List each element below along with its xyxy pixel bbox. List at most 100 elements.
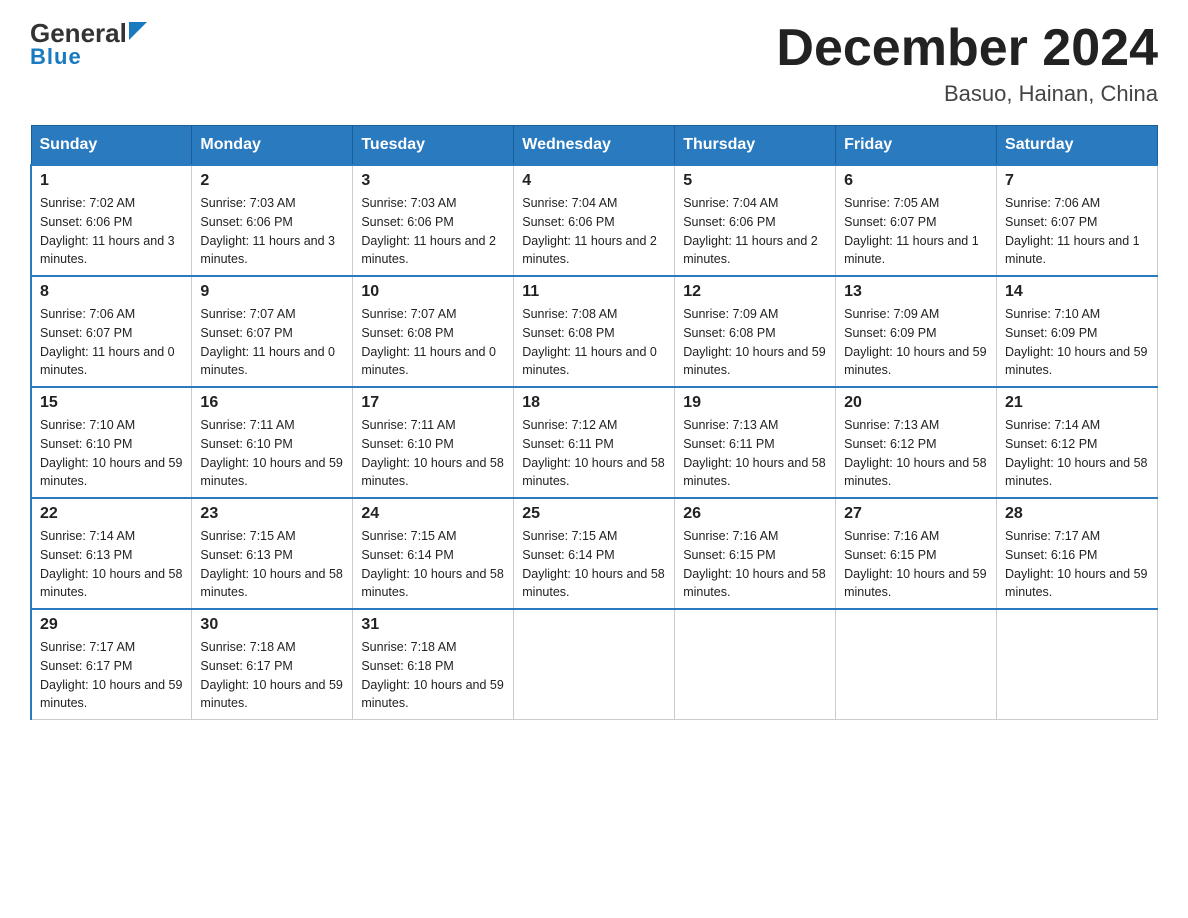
day-number: 28 [1005, 505, 1149, 523]
day-info: Sunrise: 7:17 AMSunset: 6:17 PMDaylight:… [40, 640, 182, 710]
day-info: Sunrise: 7:04 AMSunset: 6:06 PMDaylight:… [522, 196, 657, 266]
calendar-cell: 30 Sunrise: 7:18 AMSunset: 6:17 PMDaylig… [192, 609, 353, 720]
day-info: Sunrise: 7:09 AMSunset: 6:09 PMDaylight:… [844, 307, 986, 377]
day-number: 19 [683, 394, 827, 412]
header-wednesday: Wednesday [514, 126, 675, 166]
calendar-cell: 19 Sunrise: 7:13 AMSunset: 6:11 PMDaylig… [675, 387, 836, 498]
calendar-cell [997, 609, 1158, 720]
logo-text-blue: Blue [30, 44, 82, 70]
header-tuesday: Tuesday [353, 126, 514, 166]
day-info: Sunrise: 7:06 AMSunset: 6:07 PMDaylight:… [1005, 196, 1140, 266]
day-info: Sunrise: 7:07 AMSunset: 6:07 PMDaylight:… [200, 307, 335, 377]
calendar-cell: 27 Sunrise: 7:16 AMSunset: 6:15 PMDaylig… [836, 498, 997, 609]
day-number: 10 [361, 283, 505, 301]
calendar-cell: 11 Sunrise: 7:08 AMSunset: 6:08 PMDaylig… [514, 276, 675, 387]
day-info: Sunrise: 7:18 AMSunset: 6:17 PMDaylight:… [200, 640, 342, 710]
day-info: Sunrise: 7:15 AMSunset: 6:14 PMDaylight:… [522, 529, 664, 599]
calendar-cell: 31 Sunrise: 7:18 AMSunset: 6:18 PMDaylig… [353, 609, 514, 720]
day-number: 21 [1005, 394, 1149, 412]
calendar-cell: 25 Sunrise: 7:15 AMSunset: 6:14 PMDaylig… [514, 498, 675, 609]
logo-text-general: General [30, 20, 127, 46]
day-number: 15 [40, 394, 183, 412]
day-number: 12 [683, 283, 827, 301]
header-sunday: Sunday [31, 126, 192, 166]
day-info: Sunrise: 7:03 AMSunset: 6:06 PMDaylight:… [361, 196, 496, 266]
calendar-cell: 10 Sunrise: 7:07 AMSunset: 6:08 PMDaylig… [353, 276, 514, 387]
day-number: 27 [844, 505, 988, 523]
calendar-week-row: 22 Sunrise: 7:14 AMSunset: 6:13 PMDaylig… [31, 498, 1158, 609]
header-friday: Friday [836, 126, 997, 166]
day-info: Sunrise: 7:07 AMSunset: 6:08 PMDaylight:… [361, 307, 496, 377]
day-info: Sunrise: 7:13 AMSunset: 6:11 PMDaylight:… [683, 418, 825, 488]
day-number: 18 [522, 394, 666, 412]
day-number: 8 [40, 283, 183, 301]
calendar-cell: 15 Sunrise: 7:10 AMSunset: 6:10 PMDaylig… [31, 387, 192, 498]
calendar-cell: 28 Sunrise: 7:17 AMSunset: 6:16 PMDaylig… [997, 498, 1158, 609]
header-saturday: Saturday [997, 126, 1158, 166]
calendar-cell: 16 Sunrise: 7:11 AMSunset: 6:10 PMDaylig… [192, 387, 353, 498]
location-subtitle: Basuo, Hainan, China [776, 81, 1158, 107]
calendar-cell: 6 Sunrise: 7:05 AMSunset: 6:07 PMDayligh… [836, 165, 997, 276]
day-info: Sunrise: 7:13 AMSunset: 6:12 PMDaylight:… [844, 418, 986, 488]
day-number: 31 [361, 616, 505, 634]
logo-triangle-icon [129, 22, 147, 40]
day-number: 22 [40, 505, 183, 523]
day-number: 16 [200, 394, 344, 412]
calendar-cell: 2 Sunrise: 7:03 AMSunset: 6:06 PMDayligh… [192, 165, 353, 276]
day-number: 20 [844, 394, 988, 412]
day-number: 3 [361, 172, 505, 190]
day-number: 1 [40, 172, 183, 190]
day-info: Sunrise: 7:05 AMSunset: 6:07 PMDaylight:… [844, 196, 979, 266]
day-number: 2 [200, 172, 344, 190]
calendar-cell: 14 Sunrise: 7:10 AMSunset: 6:09 PMDaylig… [997, 276, 1158, 387]
calendar-cell: 12 Sunrise: 7:09 AMSunset: 6:08 PMDaylig… [675, 276, 836, 387]
day-info: Sunrise: 7:18 AMSunset: 6:18 PMDaylight:… [361, 640, 503, 710]
calendar-cell: 26 Sunrise: 7:16 AMSunset: 6:15 PMDaylig… [675, 498, 836, 609]
day-number: 17 [361, 394, 505, 412]
day-number: 4 [522, 172, 666, 190]
day-info: Sunrise: 7:12 AMSunset: 6:11 PMDaylight:… [522, 418, 664, 488]
day-info: Sunrise: 7:09 AMSunset: 6:08 PMDaylight:… [683, 307, 825, 377]
calendar-cell: 5 Sunrise: 7:04 AMSunset: 6:06 PMDayligh… [675, 165, 836, 276]
calendar-cell: 22 Sunrise: 7:14 AMSunset: 6:13 PMDaylig… [31, 498, 192, 609]
calendar-cell: 13 Sunrise: 7:09 AMSunset: 6:09 PMDaylig… [836, 276, 997, 387]
calendar-cell: 20 Sunrise: 7:13 AMSunset: 6:12 PMDaylig… [836, 387, 997, 498]
header-thursday: Thursday [675, 126, 836, 166]
title-block: December 2024 Basuo, Hainan, China [776, 20, 1158, 107]
day-number: 9 [200, 283, 344, 301]
day-info: Sunrise: 7:15 AMSunset: 6:14 PMDaylight:… [361, 529, 503, 599]
calendar-cell: 7 Sunrise: 7:06 AMSunset: 6:07 PMDayligh… [997, 165, 1158, 276]
calendar-cell [836, 609, 997, 720]
calendar-cell: 21 Sunrise: 7:14 AMSunset: 6:12 PMDaylig… [997, 387, 1158, 498]
logo: General Blue [30, 20, 147, 70]
calendar-cell: 1 Sunrise: 7:02 AMSunset: 6:06 PMDayligh… [31, 165, 192, 276]
calendar-week-row: 15 Sunrise: 7:10 AMSunset: 6:10 PMDaylig… [31, 387, 1158, 498]
calendar-cell: 24 Sunrise: 7:15 AMSunset: 6:14 PMDaylig… [353, 498, 514, 609]
day-info: Sunrise: 7:10 AMSunset: 6:09 PMDaylight:… [1005, 307, 1147, 377]
day-number: 23 [200, 505, 344, 523]
calendar-cell [675, 609, 836, 720]
day-number: 7 [1005, 172, 1149, 190]
day-number: 11 [522, 283, 666, 301]
header-monday: Monday [192, 126, 353, 166]
day-info: Sunrise: 7:14 AMSunset: 6:12 PMDaylight:… [1005, 418, 1147, 488]
day-number: 13 [844, 283, 988, 301]
day-info: Sunrise: 7:06 AMSunset: 6:07 PMDaylight:… [40, 307, 175, 377]
calendar-cell: 9 Sunrise: 7:07 AMSunset: 6:07 PMDayligh… [192, 276, 353, 387]
day-info: Sunrise: 7:17 AMSunset: 6:16 PMDaylight:… [1005, 529, 1147, 599]
calendar-week-row: 29 Sunrise: 7:17 AMSunset: 6:17 PMDaylig… [31, 609, 1158, 720]
calendar-cell [514, 609, 675, 720]
day-info: Sunrise: 7:08 AMSunset: 6:08 PMDaylight:… [522, 307, 657, 377]
calendar-table: SundayMondayTuesdayWednesdayThursdayFrid… [30, 125, 1158, 720]
day-number: 29 [40, 616, 183, 634]
calendar-cell: 8 Sunrise: 7:06 AMSunset: 6:07 PMDayligh… [31, 276, 192, 387]
month-title: December 2024 [776, 20, 1158, 77]
calendar-cell: 4 Sunrise: 7:04 AMSunset: 6:06 PMDayligh… [514, 165, 675, 276]
day-number: 30 [200, 616, 344, 634]
day-info: Sunrise: 7:11 AMSunset: 6:10 PMDaylight:… [361, 418, 503, 488]
calendar-cell: 23 Sunrise: 7:15 AMSunset: 6:13 PMDaylig… [192, 498, 353, 609]
calendar-week-row: 8 Sunrise: 7:06 AMSunset: 6:07 PMDayligh… [31, 276, 1158, 387]
calendar-cell: 29 Sunrise: 7:17 AMSunset: 6:17 PMDaylig… [31, 609, 192, 720]
day-info: Sunrise: 7:15 AMSunset: 6:13 PMDaylight:… [200, 529, 342, 599]
day-info: Sunrise: 7:04 AMSunset: 6:06 PMDaylight:… [683, 196, 818, 266]
